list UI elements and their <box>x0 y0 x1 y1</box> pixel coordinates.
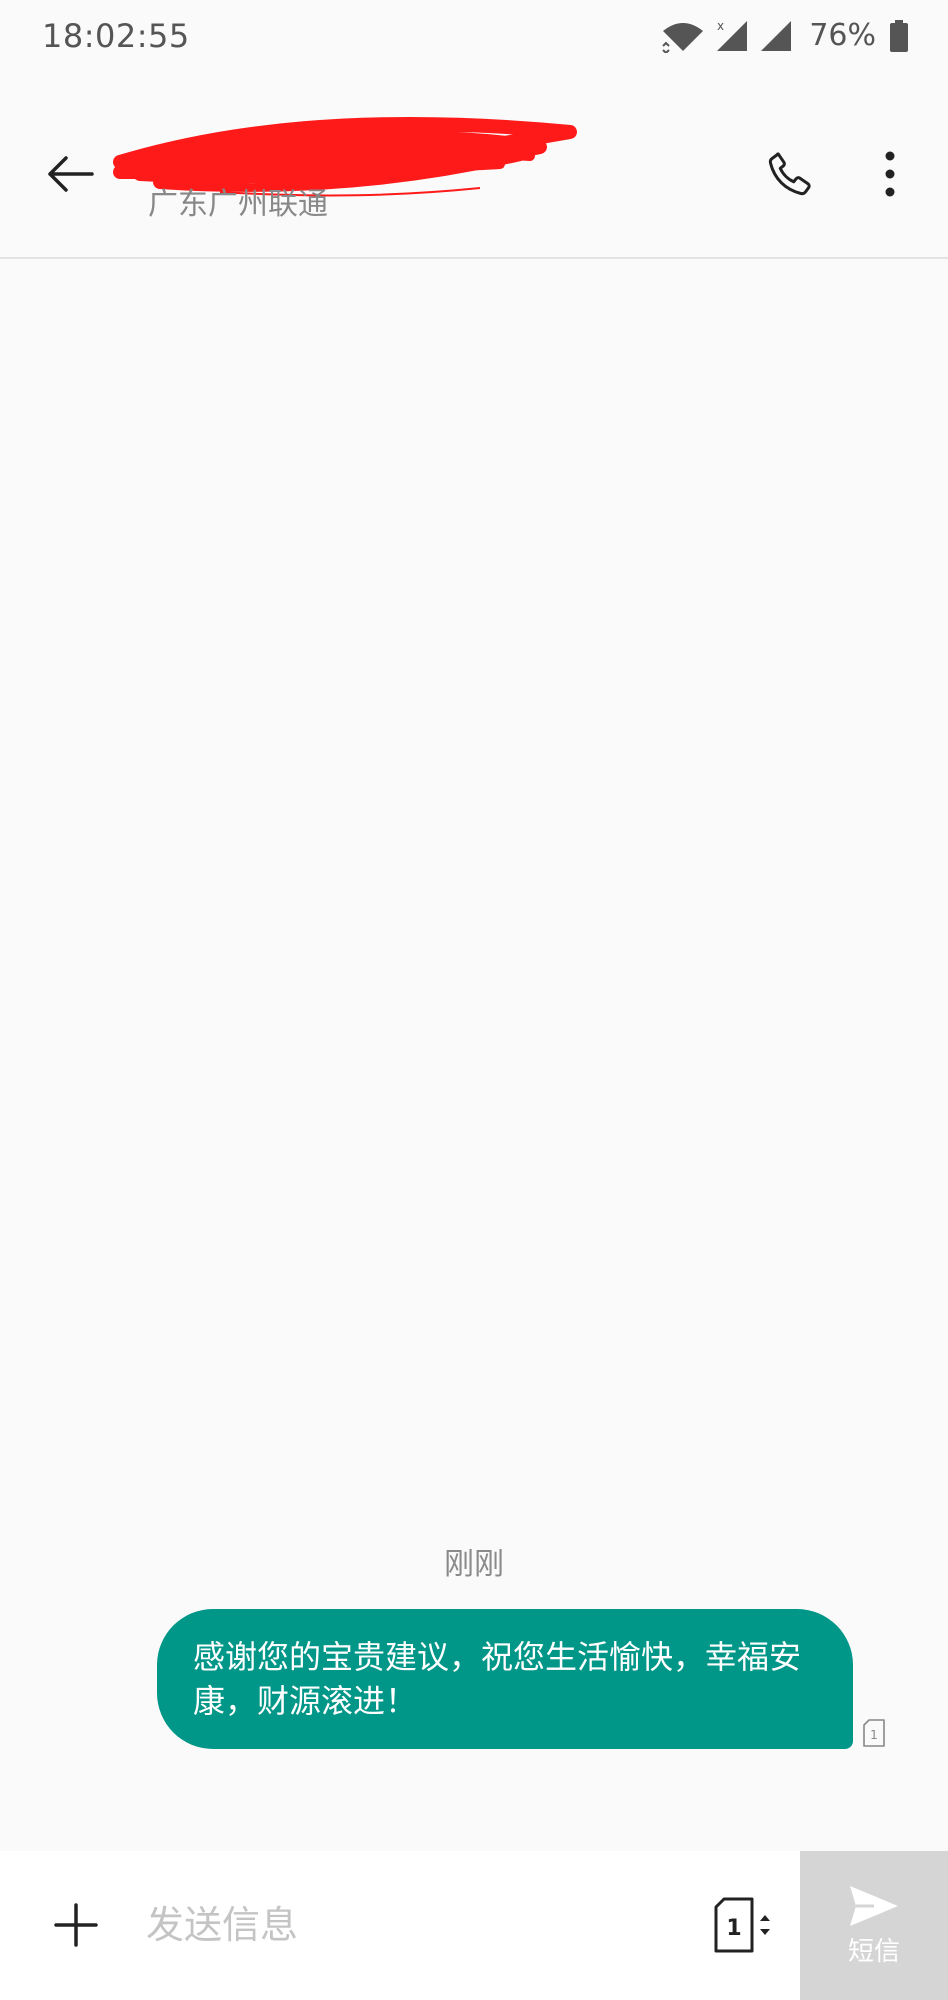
more-options-button[interactable] <box>860 136 920 212</box>
call-button[interactable] <box>752 136 828 212</box>
outgoing-message-bubble[interactable]: 感谢您的宝贵建议，祝您生活愉快，幸福安康，财源滚进！ <box>157 1609 853 1749</box>
attach-button[interactable] <box>36 1885 116 1965</box>
message-input[interactable] <box>146 1885 686 1965</box>
battery-icon <box>890 20 908 52</box>
send-icon <box>850 1885 898 1926</box>
svg-text:x: x <box>717 19 724 33</box>
arrow-left-icon <box>48 156 94 192</box>
wifi-icon <box>662 23 704 53</box>
conversation-header: 广东广州联通 <box>0 72 948 259</box>
status-bar: 18:02:55 x 76% <box>0 0 948 72</box>
back-button[interactable] <box>30 134 110 214</box>
send-button[interactable]: 短信 <box>800 1851 948 2000</box>
signal-icon: x <box>717 19 748 51</box>
plus-icon <box>54 1903 98 1947</box>
contact-location: 广东广州联通 <box>148 187 328 222</box>
message-timestamp: 刚刚 <box>444 1547 504 1582</box>
sim-select-button[interactable]: 1 <box>712 1891 776 1959</box>
more-vertical-icon <box>885 151 895 197</box>
message-list[interactable]: 刚刚 感谢您的宝贵建议，祝您生活愉快，幸福安康，财源滚进！ 1 <box>0 259 948 1851</box>
signal-icon <box>761 21 792 51</box>
send-label: 短信 <box>847 1936 900 1967</box>
status-icons: x 76% <box>661 16 908 56</box>
compose-bar: 1 短信 <box>0 1851 948 2000</box>
sim-card-icon: 1 <box>863 1719 885 1747</box>
sim-slot-number: 1 <box>726 1916 741 1941</box>
status-time: 18:02:55 <box>42 17 190 55</box>
battery-percent: 76% <box>809 18 876 53</box>
message-text: 感谢您的宝贵建议，祝您生活愉快，幸福安康，财源滚进！ <box>193 1638 802 1720</box>
phone-icon <box>768 152 811 196</box>
message-sim-number: 1 <box>870 1728 878 1742</box>
